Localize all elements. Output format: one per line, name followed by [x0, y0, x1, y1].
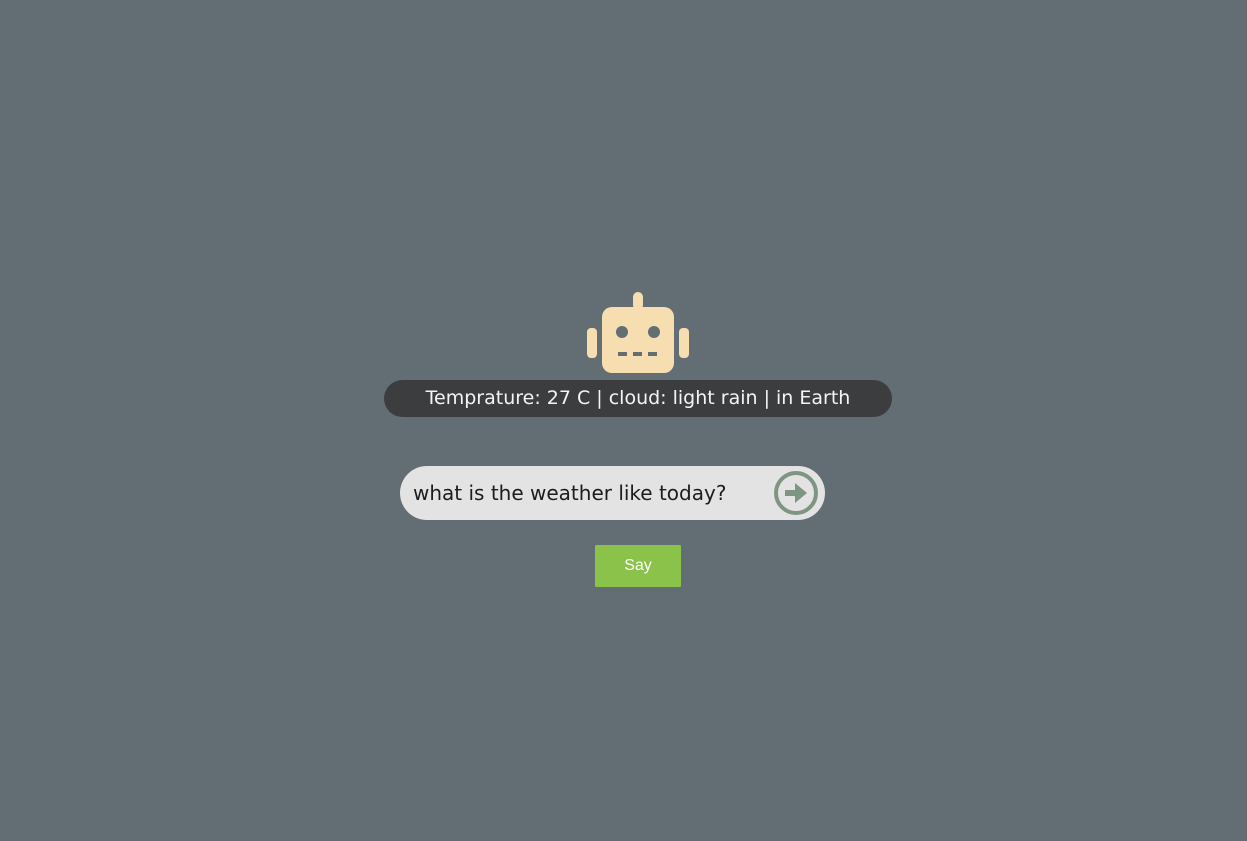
robot-icon: [587, 292, 689, 373]
say-button[interactable]: Say: [595, 545, 681, 587]
response-display: Temprature: 27 C | cloud: light rain | i…: [384, 380, 892, 417]
chatbot-page: Temprature: 27 C | cloud: light rain | i…: [0, 0, 1247, 841]
query-input[interactable]: [413, 466, 763, 520]
arrow-right-circle-icon[interactable]: [772, 469, 820, 517]
query-input-container: [400, 466, 825, 520]
